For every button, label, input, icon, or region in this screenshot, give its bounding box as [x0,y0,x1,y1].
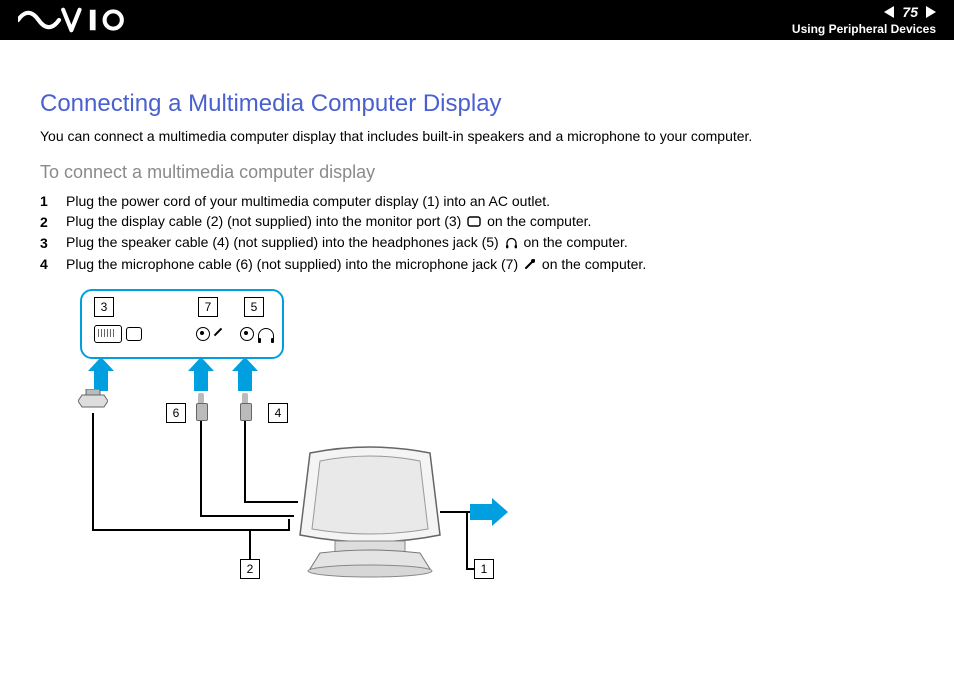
step-number: 3 [40,235,50,251]
callout-2: 2 [240,559,260,579]
callout-2-leader [249,531,251,559]
step-3: 3 Plug the speaker cable (4) (not suppli… [40,234,914,251]
callout-5: 5 [244,297,264,317]
headphone-jack-icon [240,327,254,341]
connection-diagram: 3 7 5 6 4 [70,289,590,589]
page-title: Connecting a Multimedia Computer Display [40,90,914,118]
mic-cable [200,421,202,517]
callout-1-leader [466,568,474,570]
procedure-steps: 1 Plug the power cord of your multimedia… [40,193,914,273]
vga-port-icon [94,325,122,343]
microphone-icon [524,257,536,273]
arrow-up-icon [94,369,108,391]
mic-jack-icon [196,327,210,341]
callout-7: 7 [198,297,218,317]
headphones-icon [505,236,518,252]
step-1: 1 Plug the power cord of your multimedia… [40,193,914,209]
speaker-cable [244,421,246,503]
procedure-heading: To connect a multimedia computer display [40,162,914,183]
page-content: Connecting a Multimedia Computer Display… [0,40,954,609]
monitor-port-small-icon [126,327,142,341]
display-cable [92,529,290,531]
callout-1-leader [466,511,468,569]
step-2: 2 Plug the display cable (2) (not suppli… [40,213,914,230]
audio-plug-icon [240,393,250,421]
callout-6: 6 [166,403,186,423]
vaio-logo [18,6,128,39]
monitor-port-icon [467,214,481,230]
arrow-up-icon [238,369,252,391]
audio-plug-icon [196,393,206,421]
step-text: Plug the speaker cable (4) (not supplied… [66,234,628,251]
intro-text: You can connect a multimedia computer di… [40,128,914,144]
header-nav: 75 Using Peripheral Devices [792,4,936,36]
next-page-arrow[interactable] [926,6,936,18]
step-text: Plug the power cord of your multimedia c… [66,193,550,209]
step-number: 2 [40,214,50,230]
step-text: Plug the display cable (2) (not supplied… [66,213,591,230]
callout-3: 3 [94,297,114,317]
multimedia-display-icon [280,439,460,579]
headphones-symbol-icon [258,328,274,341]
arrow-up-icon [194,369,208,391]
vaio-logo-svg [18,6,128,34]
section-title: Using Peripheral Devices [792,22,936,36]
callout-1: 1 [474,559,494,579]
vga-plug-icon [78,389,108,413]
callout-4: 4 [268,403,288,423]
mic-symbol-icon [213,327,223,339]
display-cable [92,413,94,531]
prev-page-arrow[interactable] [884,6,894,18]
header-bar: 75 Using Peripheral Devices [0,0,954,40]
page-number: 75 [900,4,920,20]
step-4: 4 Plug the microphone cable (6) (not sup… [40,256,914,273]
step-text: Plug the microphone cable (6) (not suppl… [66,256,646,273]
step-number: 1 [40,193,50,209]
step-number: 4 [40,256,50,272]
computer-port-panel: 3 7 5 [80,289,284,359]
power-cord [440,511,470,513]
arrow-right-icon [470,504,494,520]
